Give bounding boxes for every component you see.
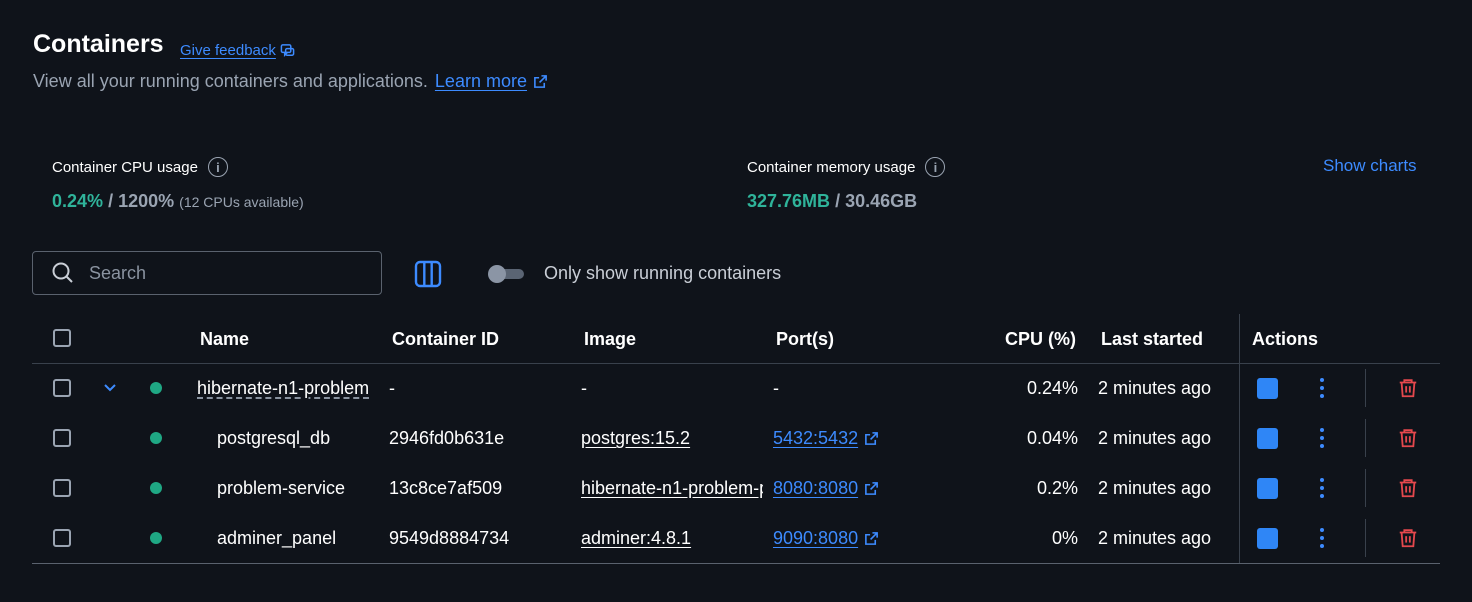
feedback-icon <box>280 44 295 57</box>
page-title: Containers <box>33 30 164 58</box>
port-link[interactable]: 5432:5432 <box>773 428 858 449</box>
memory-separator: / <box>835 191 841 211</box>
container-name[interactable]: hibernate-n1-problem <box>197 378 369 399</box>
container-cpu: 0.04% <box>1026 428 1078 448</box>
column-header-container-id[interactable]: Container ID <box>392 329 499 350</box>
memory-usage-label-group: Container memory usage i <box>747 157 946 177</box>
container-cpu: 0% <box>1051 528 1078 548</box>
cpu-note: (12 CPUs available) <box>179 194 304 210</box>
stop-button[interactable] <box>1257 428 1278 449</box>
column-header-name[interactable]: Name <box>200 329 249 350</box>
container-image-link[interactable]: postgres:15.2 <box>581 428 763 449</box>
container-ports: - <box>773 378 779 398</box>
container-name[interactable]: problem-service <box>217 478 345 499</box>
memory-usage-value: 327.76MB / 30.46GB <box>747 191 917 212</box>
columns-button[interactable] <box>414 260 442 288</box>
actions-divider <box>1239 314 1240 563</box>
container-ports: 5432:5432 <box>773 428 879 449</box>
cpu-separator: / <box>108 191 114 211</box>
column-header-cpu[interactable]: CPU (%) <box>976 329 1076 350</box>
running-status-dot <box>150 432 162 444</box>
column-header-last-started[interactable]: Last started <box>1101 329 1203 350</box>
delete-icon[interactable] <box>1397 427 1419 449</box>
container-last-started: 2 minutes ago <box>1098 428 1212 448</box>
cpu-usage-value: 0.24% / 1200% (12 CPUs available) <box>52 191 304 212</box>
external-link-icon[interactable] <box>864 531 879 546</box>
external-link-icon[interactable] <box>864 431 879 446</box>
container-last-started: 2 minutes ago <box>1098 528 1212 548</box>
column-header-image[interactable]: Image <box>584 329 636 350</box>
container-name[interactable]: postgresql_db <box>217 428 330 449</box>
action-separator <box>1365 419 1366 457</box>
running-status-dot <box>150 532 162 544</box>
stop-button[interactable] <box>1257 378 1278 399</box>
search-icon <box>52 262 73 283</box>
port-link[interactable]: 9090:8080 <box>773 528 858 549</box>
external-link-icon[interactable] <box>864 481 879 496</box>
learn-more-link[interactable]: Learn more <box>435 71 548 92</box>
container-ports: 8080:8080 <box>773 478 879 499</box>
column-header-actions: Actions <box>1252 329 1319 349</box>
table-bottom-divider <box>32 563 1440 564</box>
give-feedback-label: Give feedback <box>180 42 276 59</box>
page-subtitle: View all your running containers and app… <box>33 71 548 92</box>
more-options-button[interactable] <box>1320 478 1324 498</box>
running-status-dot <box>150 482 162 494</box>
give-feedback-link[interactable]: Give feedback <box>180 42 295 59</box>
header-divider <box>32 363 1440 364</box>
row-checkbox[interactable] <box>53 429 71 447</box>
running-status-dot <box>150 382 162 394</box>
delete-icon[interactable] <box>1397 377 1419 399</box>
columns-icon <box>414 260 442 288</box>
action-separator <box>1365 369 1366 407</box>
stop-button[interactable] <box>1257 528 1278 549</box>
row-checkbox[interactable] <box>53 529 71 547</box>
memory-used: 327.76MB <box>747 191 831 211</box>
only-running-toggle[interactable] <box>488 265 526 283</box>
chevron-down-icon[interactable] <box>102 382 118 394</box>
row-checkbox[interactable] <box>53 379 71 397</box>
column-header-ports[interactable]: Port(s) <box>776 329 834 350</box>
search-box[interactable] <box>32 251 382 295</box>
container-last-started: 2 minutes ago <box>1098 378 1212 398</box>
only-running-label: Only show running containers <box>544 263 782 283</box>
action-separator <box>1365 469 1366 507</box>
info-icon[interactable]: i <box>925 157 946 177</box>
cpu-usage-label-group: Container CPU usage i <box>52 157 228 177</box>
container-id: 9549d8884734 <box>389 528 510 548</box>
port-link[interactable]: 8080:8080 <box>773 478 858 499</box>
delete-icon[interactable] <box>1397 527 1419 549</box>
toggle-knob <box>488 265 506 283</box>
cpu-total: 1200% <box>118 191 175 211</box>
container-last-started: 2 minutes ago <box>1098 478 1212 498</box>
stop-button[interactable] <box>1257 478 1278 499</box>
memory-total: 30.46GB <box>845 191 918 211</box>
container-image-link[interactable]: hibernate-n1-problem-problem-service <box>581 478 763 499</box>
delete-icon[interactable] <box>1397 477 1419 499</box>
container-image-link[interactable]: adminer:4.8.1 <box>581 528 763 549</box>
container-id: 13c8ce7af509 <box>389 478 503 498</box>
external-link-icon <box>534 75 547 88</box>
container-cpu: 0.24% <box>1026 378 1078 398</box>
info-icon[interactable]: i <box>207 157 228 177</box>
more-options-button[interactable] <box>1320 378 1324 398</box>
memory-usage-label: Container memory usage <box>747 158 916 176</box>
container-cpu: 0.2% <box>1036 478 1078 498</box>
cpu-used: 0.24% <box>52 191 104 211</box>
learn-more-label: Learn more <box>434 71 527 91</box>
search-input[interactable] <box>87 261 371 285</box>
container-name[interactable]: adminer_panel <box>217 528 336 549</box>
subtitle-text: View all your running containers and app… <box>33 71 428 91</box>
row-checkbox[interactable] <box>53 479 71 497</box>
more-options-button[interactable] <box>1320 428 1324 448</box>
container-id: - <box>389 378 395 398</box>
container-image: - <box>581 378 587 398</box>
show-charts-button[interactable]: Show charts <box>1323 156 1417 176</box>
container-id: 2946fd0b631e <box>389 428 505 448</box>
select-all-checkbox[interactable] <box>53 329 71 347</box>
cpu-usage-label: Container CPU usage <box>52 158 198 176</box>
more-options-button[interactable] <box>1320 528 1324 548</box>
container-ports: 9090:8080 <box>773 528 879 549</box>
action-separator <box>1365 519 1366 557</box>
